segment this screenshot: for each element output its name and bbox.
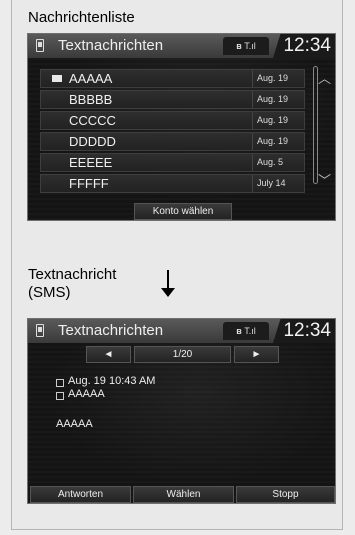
list-item[interactable]: EEEEE Aug. 5 xyxy=(40,153,305,172)
previous-button[interactable]: ◄ xyxy=(86,346,131,363)
bluetooth-signal-status: ʙ T.ıl xyxy=(223,37,269,55)
list-item[interactable]: DDDDD Aug. 19 xyxy=(40,132,305,151)
message-date: Aug. 19 xyxy=(252,91,304,108)
next-button[interactable]: ► xyxy=(234,346,279,363)
bluetooth-signal-status: ʙ T.ıl xyxy=(223,322,269,340)
phone-icon xyxy=(36,324,44,337)
message-detail-screen: Textnachrichten ʙ T.ıl 12:34 ◄ 1/20 ► Au… xyxy=(27,318,336,504)
stop-button[interactable]: Stopp xyxy=(236,486,335,503)
list-item[interactable]: FFFFF July 14 xyxy=(40,174,305,193)
clock: 12:34 xyxy=(283,35,331,56)
unread-mail-icon xyxy=(52,75,62,82)
screen-title: Textnachrichten xyxy=(58,322,164,339)
sender-name: BBBBB xyxy=(69,92,113,107)
message-date: Aug. 19 xyxy=(252,112,304,129)
message-date: Aug. 19 xyxy=(252,133,304,150)
list-item[interactable]: BBBBB Aug. 19 xyxy=(40,90,305,109)
sender-name: DDDDD xyxy=(69,134,116,149)
signal-icon: T.ıl xyxy=(244,326,256,336)
screen-header: Textnachrichten ʙ T.ıl 12:34 xyxy=(28,319,335,343)
sender-name: AAAAA xyxy=(69,71,113,86)
list-item[interactable]: AAAAA Aug. 19 xyxy=(40,69,305,88)
page-indicator: 1/20 xyxy=(134,346,231,363)
message-date: July 14 xyxy=(252,175,304,192)
detail-caption-line2: (SMS) xyxy=(28,284,71,301)
select-button[interactable]: Wählen xyxy=(133,486,234,503)
chevron-down-icon[interactable]: ﹀ xyxy=(318,170,331,189)
reply-button[interactable]: Antworten xyxy=(30,486,131,503)
message-timestamp: Aug. 19 10:43 AM xyxy=(68,375,156,387)
chevron-up-icon[interactable]: ︿ xyxy=(318,68,331,87)
signal-icon: T.ıl xyxy=(244,41,256,51)
clock-icon xyxy=(56,379,64,387)
screen-header: Textnachrichten ʙ T.ıl 12:34 xyxy=(28,34,335,58)
message-sender: AAAAA xyxy=(68,388,105,400)
bluetooth-icon: ʙ xyxy=(236,41,242,51)
clock: 12:34 xyxy=(283,320,331,341)
message-date: Aug. 5 xyxy=(252,154,304,171)
screen-title: Textnachrichten xyxy=(58,37,164,54)
message-list-screen: Textnachrichten ʙ T.ıl 12:34 AAAAA Aug. … xyxy=(27,33,336,221)
detail-caption-line1: Textnachricht xyxy=(28,266,117,283)
sender-name: CCCCC xyxy=(69,113,116,128)
list-item[interactable]: CCCCC Aug. 19 xyxy=(40,111,305,130)
sender-name: EEEEE xyxy=(69,155,113,170)
message-date: Aug. 19 xyxy=(252,70,304,87)
bluetooth-icon: ʙ xyxy=(236,326,242,336)
contact-icon xyxy=(56,392,64,400)
message-body: AAAAA xyxy=(56,418,93,430)
arrow-head xyxy=(161,288,175,297)
list-caption: Nachrichtenliste xyxy=(28,9,135,26)
phone-icon xyxy=(36,39,44,52)
select-account-button[interactable]: Konto wählen xyxy=(134,203,232,220)
sender-name: FFFFF xyxy=(69,176,109,191)
